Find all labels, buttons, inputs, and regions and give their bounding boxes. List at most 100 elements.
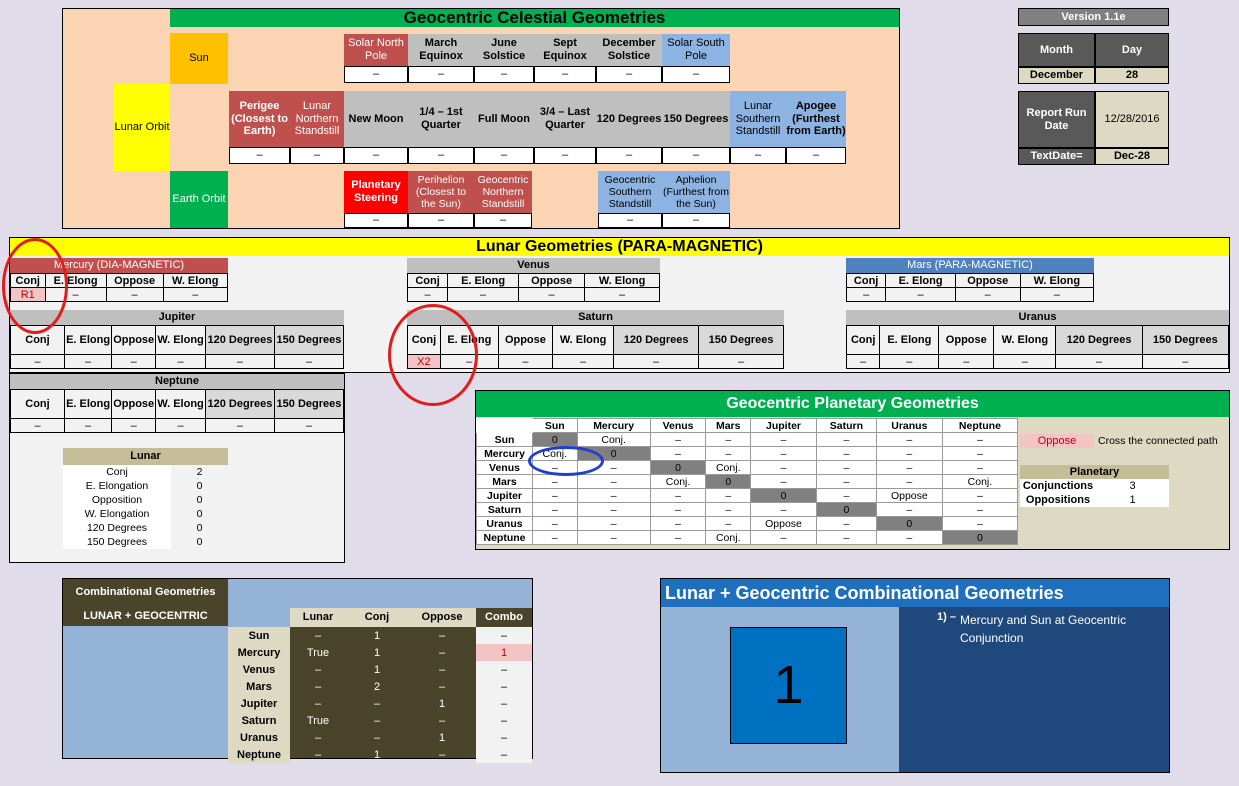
lunar-summary-label: Opposition [91, 494, 143, 506]
cell: – [649, 516, 707, 531]
row2-value: – [408, 147, 474, 164]
lunar-summary-label: E. Elongation [85, 480, 149, 492]
combo-conj: 2 [373, 680, 381, 693]
apogee: Apogee (Furthest from Earth) [786, 91, 846, 147]
row3-value: – [662, 213, 730, 228]
cell: – [576, 488, 651, 503]
day-value[interactable]: 28 [1095, 67, 1169, 84]
col-150: 150 Degrees [1141, 325, 1230, 355]
cell: Conj. [705, 460, 752, 475]
cell: – [816, 460, 877, 475]
row2-value: – [730, 147, 786, 164]
earth-orbit-cell: Earth Orbit [170, 171, 228, 228]
cell: – [816, 530, 877, 545]
oppositions-label: Oppositions [1020, 493, 1096, 507]
cell: – [649, 432, 707, 447]
col-venus: Venus [649, 418, 707, 433]
highlight-circle-mercury [2, 238, 68, 334]
version-label: Version 1.1e [1018, 8, 1169, 26]
row1-value: – [596, 66, 662, 83]
col-oppose: Oppose [954, 273, 1021, 288]
combo-row-label: Saturn [228, 712, 290, 729]
combo-value: – [476, 661, 532, 678]
col-oppose: Oppose [111, 325, 157, 355]
cell: – [750, 460, 817, 475]
planetary-steering: Planetary Steering [344, 171, 408, 213]
combo-row-label: Venus [228, 661, 290, 678]
diag-cell: 0 [875, 516, 943, 531]
col-150: 150 Degrees [273, 325, 345, 355]
lunar-summary-table: Conj 2 E. Elongation 0 Opposition 0 W. Elon… [63, 465, 228, 549]
lg-combo-count: 1 [730, 627, 847, 744]
cell: – [875, 502, 943, 517]
row2-value: – [662, 147, 730, 164]
combo-conj: 1 [373, 748, 381, 761]
lg-combo-item-num: 1) – [937, 611, 956, 623]
col-jupiter: Jupiter [750, 418, 817, 433]
uranus-table: Conj E. Elong Oppose W. Elong 120 Degrees 150… [845, 325, 1230, 369]
sept-equinox: Sept Equinox [534, 34, 596, 66]
highlight-circle-conj [528, 446, 604, 476]
combo-oppose: – [438, 663, 446, 676]
col-w-elong: W. Elong [1019, 273, 1095, 288]
cell: – [576, 474, 651, 489]
col-neptune: Neptune [941, 418, 1019, 433]
combo-col-lunar: Lunar [290, 608, 346, 627]
cell: – [879, 354, 940, 369]
cell: – [111, 354, 157, 369]
row-label: Uranus [476, 516, 533, 531]
combo-lunar: True [306, 646, 330, 659]
combo-oppose: – [438, 680, 446, 693]
row1-value: – [534, 66, 596, 83]
diag-cell: 0 [649, 460, 707, 475]
row2-value: – [596, 147, 662, 164]
month-value[interactable]: December [1018, 67, 1095, 84]
combo-row-label: Neptune [228, 746, 290, 763]
lunar-summary-value: 0 [171, 493, 228, 507]
col-w-elong: W. Elong [162, 273, 229, 288]
conjunctions-label: Conjunctions [1020, 479, 1096, 493]
cell: – [816, 432, 877, 447]
cell: – [750, 530, 817, 545]
combo-row-label: Jupiter [228, 695, 290, 712]
combinational-title: Combinational Geometries [75, 585, 216, 598]
combo-value: – [476, 729, 532, 746]
combo-row-label: Mercury [228, 644, 290, 661]
cell: – [954, 287, 1021, 302]
col-saturn: Saturn [816, 418, 877, 433]
neptune-header: Neptune [10, 374, 344, 389]
cell: – [273, 354, 345, 369]
cell: – [705, 446, 752, 461]
corner [476, 418, 533, 433]
col-oppose: Oppose [105, 273, 164, 288]
report-run-value: 12/28/2016 [1095, 91, 1169, 148]
cell: Conj. [941, 474, 1019, 489]
cell: – [10, 354, 65, 369]
geocentric-northern-standstill: Geocentric Northern Standstill [474, 171, 532, 213]
combo-conj: – [373, 714, 381, 727]
combo-value: – [476, 712, 532, 729]
oppose-legend-swatch: Oppose [1020, 434, 1094, 448]
lunar-southern-standstill: Lunar Southern Standstill [730, 91, 786, 147]
combo-value: – [476, 695, 532, 712]
150-degrees: 150 Degrees [662, 91, 730, 147]
cell: – [885, 287, 956, 302]
last-quarter: 3/4 – Last Quarter [534, 91, 596, 147]
col-conj: Conj [845, 273, 887, 288]
sun-cell: Sun [170, 33, 228, 84]
combo-oppose: 1 [438, 697, 446, 710]
col-uranus: Uranus [875, 418, 943, 433]
row3-value: – [598, 213, 662, 228]
cell: – [875, 446, 943, 461]
cell: – [1141, 354, 1230, 369]
diag-cell: 0 [941, 530, 1019, 545]
cell: – [551, 354, 615, 369]
cell: – [532, 530, 578, 545]
row2-value: – [229, 147, 290, 164]
cell: – [532, 488, 578, 503]
cell: – [532, 516, 578, 531]
row3-value: – [408, 213, 474, 228]
aphelion: Aphelion (Furthest from the Sun) [662, 171, 730, 213]
cell: – [613, 354, 700, 369]
textdate-label: TextDate= [1018, 148, 1095, 165]
